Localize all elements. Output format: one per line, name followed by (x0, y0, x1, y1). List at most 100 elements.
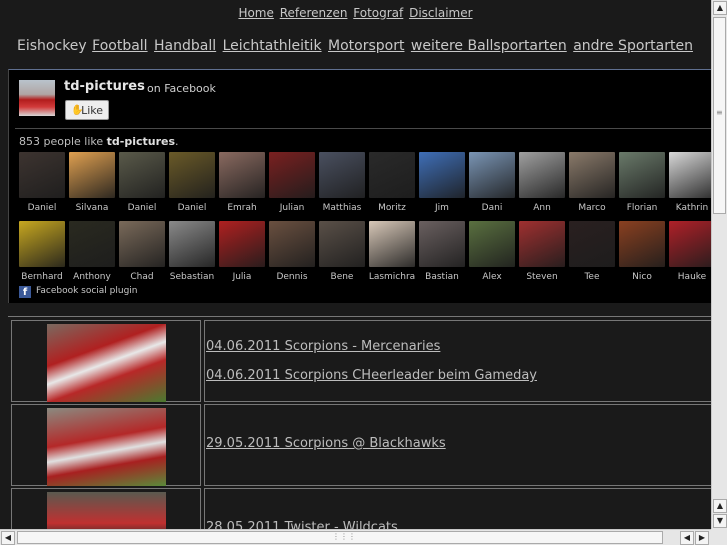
fan-name[interactable]: Julia (217, 272, 267, 282)
fan-name[interactable]: Dennis (267, 272, 317, 282)
fan-avatar[interactable] (169, 152, 215, 198)
fan-item[interactable]: Kathrin (667, 152, 711, 213)
fan-item[interactable]: Moritz (367, 152, 417, 213)
category-ballsport-link[interactable]: weitere Ballsportarten (411, 38, 567, 54)
fan-item[interactable]: Anthony (67, 221, 117, 282)
gallery-link[interactable]: 29.05.2011 Scorpions @ Blackhawks (206, 436, 446, 451)
fan-name[interactable]: Bene (317, 272, 367, 282)
fan-item[interactable]: Julia (217, 221, 267, 282)
page-profile-image[interactable] (19, 80, 55, 116)
fan-avatar[interactable] (619, 221, 665, 267)
fan-item[interactable]: Marco (567, 152, 617, 213)
fan-item[interactable]: Sebastian (167, 221, 217, 282)
fan-avatar[interactable] (469, 221, 515, 267)
fan-avatar[interactable] (169, 221, 215, 267)
fan-avatar[interactable] (669, 152, 711, 198)
fan-item[interactable]: Bernhard (17, 221, 67, 282)
gallery-thumbnail[interactable] (47, 408, 166, 486)
facebook-page-name[interactable]: td-pictures (64, 79, 145, 94)
fan-name[interactable]: Jim (417, 203, 467, 213)
fan-name[interactable]: Emrah (217, 203, 267, 213)
category-football-link[interactable]: Football (92, 38, 147, 54)
fan-avatar[interactable] (69, 221, 115, 267)
fan-name[interactable]: Julian (267, 203, 317, 213)
fan-item[interactable]: Bene (317, 221, 367, 282)
fan-item[interactable]: Daniel (167, 152, 217, 213)
fan-name[interactable]: Daniel (17, 203, 67, 213)
fan-avatar[interactable] (619, 152, 665, 198)
fan-item[interactable]: Hauke (667, 221, 711, 282)
fan-item[interactable]: Chad (117, 221, 167, 282)
fan-item[interactable]: Bastian (417, 221, 467, 282)
horizontal-scroll-thumb[interactable]: ⋮⋮⋮ (17, 531, 663, 544)
scroll-up-button[interactable]: ▲ (713, 1, 727, 15)
fan-name[interactable]: Daniel (117, 203, 167, 213)
fan-avatar[interactable] (69, 152, 115, 198)
fan-avatar[interactable] (219, 221, 265, 267)
fan-item[interactable]: Matthias (317, 152, 367, 213)
vertical-scrollbar[interactable]: ▲ ≡ ▲ ▼ (711, 0, 727, 529)
facebook-like-button[interactable]: ✋ Like (65, 100, 109, 120)
gallery-thumbnail[interactable] (47, 324, 166, 402)
scroll-right-button[interactable]: ▶ (695, 531, 709, 545)
fan-name[interactable]: Alex (467, 272, 517, 282)
fan-item[interactable]: Dennis (267, 221, 317, 282)
scroll-down-button[interactable]: ▼ (713, 514, 727, 528)
fan-item[interactable]: Silvana (67, 152, 117, 213)
fan-item[interactable]: Nico (617, 221, 667, 282)
fan-avatar[interactable] (569, 221, 615, 267)
fan-avatar[interactable] (369, 221, 415, 267)
fan-name[interactable]: Lasmichra (367, 272, 417, 282)
fan-item[interactable]: Ann (517, 152, 567, 213)
scroll-up-button-lower[interactable]: ▲ (713, 499, 727, 513)
fan-avatar[interactable] (119, 152, 165, 198)
fan-item[interactable]: Lasmichra (367, 221, 417, 282)
fan-item[interactable]: Steven (517, 221, 567, 282)
fan-avatar[interactable] (269, 221, 315, 267)
fan-item[interactable]: Daniel (17, 152, 67, 213)
horizontal-scrollbar[interactable]: ◀ ⋮⋮⋮ ◀ ▶ (0, 529, 711, 545)
gallery-link[interactable]: 04.06.2011 Scorpions - Mercenaries (206, 339, 440, 354)
fan-name[interactable]: Kathrin (667, 203, 711, 213)
fan-avatar[interactable] (519, 221, 565, 267)
fan-name[interactable]: Bastian (417, 272, 467, 282)
fan-avatar[interactable] (419, 152, 465, 198)
fan-name[interactable]: Dani (467, 203, 517, 213)
fan-avatar[interactable] (419, 221, 465, 267)
fan-item[interactable]: Tee (567, 221, 617, 282)
nav-referenzen-link[interactable]: Referenzen (280, 6, 348, 20)
fan-item[interactable]: Alex (467, 221, 517, 282)
fan-avatar[interactable] (469, 152, 515, 198)
fan-avatar[interactable] (319, 221, 365, 267)
fan-name[interactable]: Sebastian (167, 272, 217, 282)
fan-name[interactable]: Florian (617, 203, 667, 213)
scroll-left-button[interactable]: ◀ (1, 531, 15, 545)
fan-name[interactable]: Bernhard (17, 272, 67, 282)
fan-avatar[interactable] (369, 152, 415, 198)
vertical-scroll-thumb[interactable]: ≡ (713, 17, 726, 214)
fan-avatar[interactable] (669, 221, 711, 267)
gallery-link[interactable]: 04.06.2011 Scorpions CHeerleader beim Ga… (206, 368, 537, 383)
fan-name[interactable]: Tee (567, 272, 617, 282)
fan-name[interactable]: Daniel (167, 203, 217, 213)
fan-item[interactable]: Florian (617, 152, 667, 213)
gallery-thumbnail[interactable] (47, 492, 166, 529)
fan-item[interactable]: Jim (417, 152, 467, 213)
fan-avatar[interactable] (269, 152, 315, 198)
fan-item[interactable]: Dani (467, 152, 517, 213)
fan-name[interactable]: Anthony (67, 272, 117, 282)
fan-avatar[interactable] (569, 152, 615, 198)
fan-avatar[interactable] (19, 152, 65, 198)
category-andre-sportarten-link[interactable]: andre Sportarten (573, 38, 693, 54)
fan-avatar[interactable] (19, 221, 65, 267)
fan-name[interactable]: Steven (517, 272, 567, 282)
fan-name[interactable]: Silvana (67, 203, 117, 213)
fan-avatar[interactable] (219, 152, 265, 198)
nav-home-link[interactable]: Home (238, 6, 273, 20)
fan-item[interactable]: Julian (267, 152, 317, 213)
fan-avatar[interactable] (119, 221, 165, 267)
fan-name[interactable]: Moritz (367, 203, 417, 213)
nav-disclaimer-link[interactable]: Disclaimer (409, 6, 472, 20)
fan-item[interactable]: Emrah (217, 152, 267, 213)
gallery-link[interactable]: 28.05.2011 Twister - Wildcats (206, 520, 398, 529)
